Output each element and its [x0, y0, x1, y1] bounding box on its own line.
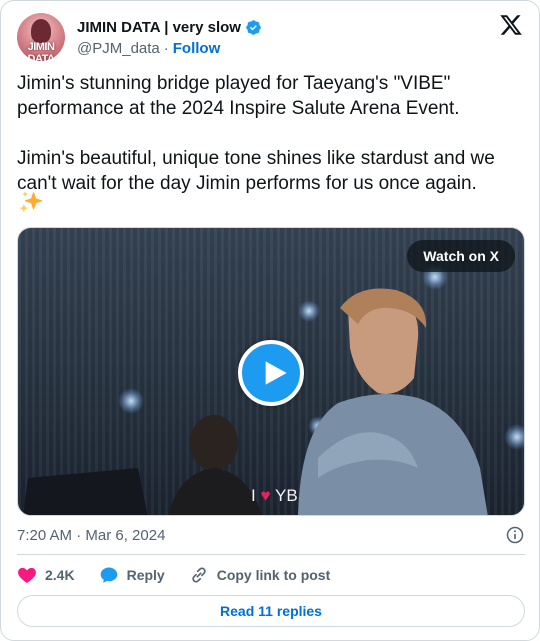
video-caption: I ♥ YB — [251, 486, 298, 506]
display-name[interactable]: JIMIN DATA | very slow — [77, 19, 241, 36]
follow-link[interactable]: Follow — [173, 40, 221, 57]
play-icon — [265, 361, 287, 385]
video-player[interactable]: Watch on X I ♥ YB — [17, 227, 525, 516]
like-count: 2.4K — [45, 567, 75, 583]
avatar[interactable]: JIMIN DATA — [17, 13, 65, 61]
x-logo-icon[interactable] — [499, 13, 523, 37]
avatar-logo-text: JIMIN DATA — [27, 41, 55, 61]
reply-label: Reply — [126, 567, 165, 583]
divider — [17, 554, 525, 555]
caption-prefix: I — [251, 486, 256, 505]
sparkles-emoji-icon — [20, 191, 43, 212]
like-button[interactable]: 2.4K — [17, 565, 75, 585]
heart-icon — [18, 567, 36, 583]
caption-suffix: YB — [274, 486, 298, 505]
info-icon[interactable] — [505, 525, 525, 545]
play-button[interactable] — [238, 340, 304, 406]
link-icon — [192, 567, 206, 583]
tweet-header: JIMIN DATA JIMIN DATA | very slow @PJM_d… — [17, 13, 523, 61]
separator-dot: · — [163, 40, 169, 57]
reply-bubble-icon — [100, 567, 117, 583]
timestamp[interactable]: 7:20 AM · Mar 6, 2024 — [17, 527, 165, 544]
reply-button[interactable]: Reply — [99, 565, 165, 585]
user-handle[interactable]: @PJM_data — [77, 40, 160, 57]
action-bar: 2.4K Reply Copy link to post — [17, 564, 354, 586]
read-replies-button[interactable]: Read 11 replies — [17, 595, 525, 627]
timestamp-row: 7:20 AM · Mar 6, 2024 — [17, 525, 525, 545]
copy-link-button[interactable]: Copy link to post — [189, 565, 331, 585]
tweet-card: JIMIN DATA JIMIN DATA | very slow @PJM_d… — [0, 0, 540, 641]
heart-glyph: ♥ — [260, 486, 271, 505]
copy-link-label: Copy link to post — [216, 567, 331, 583]
watch-on-x-button[interactable]: Watch on X — [407, 240, 515, 272]
user-info: JIMIN DATA | very slow @PJM_data · Follo… — [77, 17, 262, 57]
tweet-text: Jimin's stunning bridge played for Taeya… — [17, 73, 495, 194]
avatar-figure — [31, 19, 51, 43]
verified-badge-icon — [246, 19, 261, 35]
